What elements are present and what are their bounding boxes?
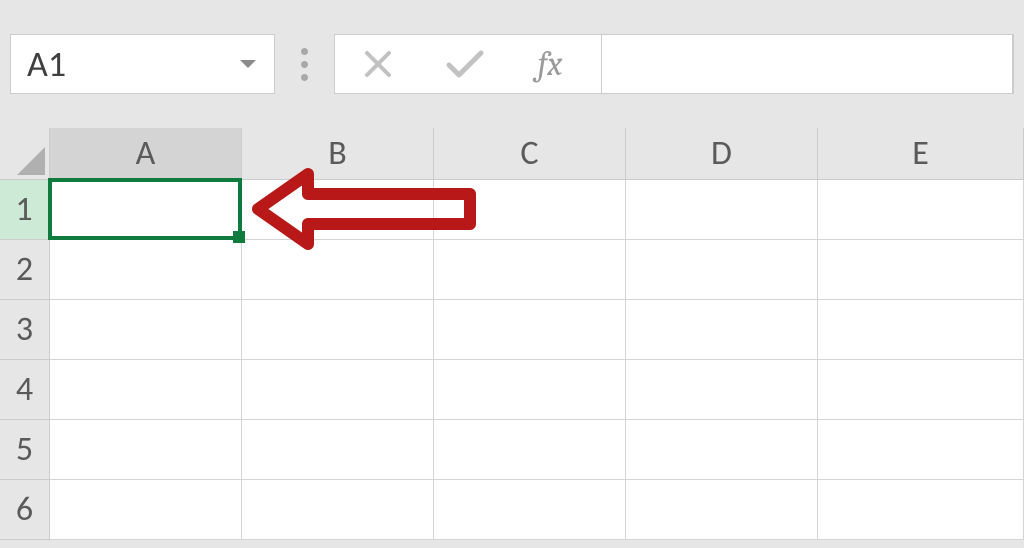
grid-row: 1 xyxy=(0,180,1024,240)
check-icon xyxy=(444,48,484,80)
row-header-2[interactable]: 2 xyxy=(0,240,50,300)
formula-bar-area: A1 fx xyxy=(0,0,1024,128)
cell-B2[interactable] xyxy=(242,240,434,300)
cell-C4[interactable] xyxy=(434,360,626,420)
resize-handle-icon[interactable] xyxy=(295,34,314,94)
column-header-D[interactable]: D xyxy=(626,128,818,180)
insert-function-button[interactable]: fx xyxy=(507,35,593,93)
spreadsheet-grid: A B C D E 1 2 3 4 5 xyxy=(0,128,1024,540)
cell-B3[interactable] xyxy=(242,300,434,360)
cell-C1[interactable] xyxy=(434,180,626,240)
x-icon xyxy=(362,48,394,80)
cell-D6[interactable] xyxy=(626,480,818,540)
select-all-button[interactable] xyxy=(0,128,50,180)
column-header-A[interactable]: A xyxy=(50,128,242,180)
grid-row: 6 xyxy=(0,480,1024,540)
cell-A6[interactable] xyxy=(50,480,242,540)
cell-C5[interactable] xyxy=(434,420,626,480)
column-headers: A B C D E xyxy=(0,128,1024,180)
cell-C3[interactable] xyxy=(434,300,626,360)
cell-B4[interactable] xyxy=(242,360,434,420)
cell-E2[interactable] xyxy=(818,240,1024,300)
cell-E4[interactable] xyxy=(818,360,1024,420)
cell-B5[interactable] xyxy=(242,420,434,480)
cell-A4[interactable] xyxy=(50,360,242,420)
cell-E1[interactable] xyxy=(818,180,1024,240)
grid-row: 4 xyxy=(0,360,1024,420)
name-box-value: A1 xyxy=(27,42,238,86)
row-header-6[interactable]: 6 xyxy=(0,480,50,540)
cancel-button xyxy=(335,35,421,93)
name-box[interactable]: A1 xyxy=(10,34,275,94)
grid-row: 5 xyxy=(0,420,1024,480)
row-header-3[interactable]: 3 xyxy=(0,300,50,360)
cell-D2[interactable] xyxy=(626,240,818,300)
cell-A1[interactable] xyxy=(50,180,242,240)
cell-A2[interactable] xyxy=(50,240,242,300)
cell-A5[interactable] xyxy=(50,420,242,480)
column-header-C[interactable]: C xyxy=(434,128,626,180)
row-header-4[interactable]: 4 xyxy=(0,360,50,420)
cell-C2[interactable] xyxy=(434,240,626,300)
enter-button xyxy=(421,35,507,93)
row-header-1[interactable]: 1 xyxy=(0,180,50,240)
formula-input[interactable] xyxy=(601,35,1013,93)
cell-D1[interactable] xyxy=(626,180,818,240)
cell-B6[interactable] xyxy=(242,480,434,540)
cell-D5[interactable] xyxy=(626,420,818,480)
grid-row: 2 xyxy=(0,240,1024,300)
cell-C6[interactable] xyxy=(434,480,626,540)
cell-E5[interactable] xyxy=(818,420,1024,480)
cell-D4[interactable] xyxy=(626,360,818,420)
column-header-E[interactable]: E xyxy=(818,128,1024,180)
fx-toolbar: fx xyxy=(334,34,1014,94)
cell-A3[interactable] xyxy=(50,300,242,360)
cell-B1[interactable] xyxy=(242,180,434,240)
column-header-B[interactable]: B xyxy=(242,128,434,180)
grid-row: 3 xyxy=(0,300,1024,360)
row-header-5[interactable]: 5 xyxy=(0,420,50,480)
chevron-down-icon[interactable] xyxy=(238,57,258,71)
cell-E6[interactable] xyxy=(818,480,1024,540)
cell-D3[interactable] xyxy=(626,300,818,360)
cell-E3[interactable] xyxy=(818,300,1024,360)
